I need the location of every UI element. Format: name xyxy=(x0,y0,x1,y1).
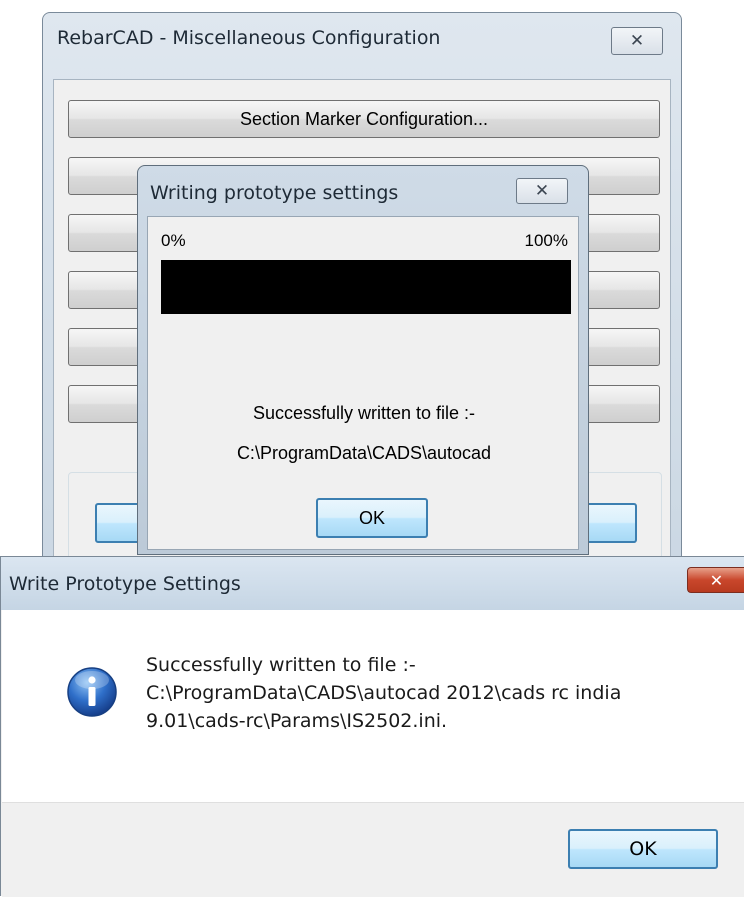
status-message-line2: C:\ProgramData\CADS\autocad xyxy=(236,443,492,463)
status-message-line1: Successfully written to file :- xyxy=(252,403,476,423)
write-prototype-settings-messagebox: Write Prototype Settings ✕ Successfully … xyxy=(0,556,744,897)
close-icon: ✕ xyxy=(709,570,724,590)
close-button[interactable]: ✕ xyxy=(611,27,663,55)
progress-end-label: 100% xyxy=(524,231,568,250)
ok-button[interactable]: OK xyxy=(316,498,428,538)
ok-button[interactable]: OK xyxy=(568,829,718,869)
messagebox-footer: OK xyxy=(2,802,744,897)
messagebox-titlebar: Write Prototype Settings ✕ xyxy=(1,556,744,610)
ok-button-label: OK xyxy=(358,507,385,528)
dialog-title: Writing prototype settings xyxy=(150,182,399,204)
message-line1: Successfully written to file :- xyxy=(146,654,416,676)
progress-start-label: 0% xyxy=(161,231,186,250)
close-icon: ✕ xyxy=(629,31,645,51)
progress-bar xyxy=(161,260,571,314)
button-label: Section Marker Configuration... xyxy=(239,108,489,129)
messagebox-body: Successfully written to file :- C:\Progr… xyxy=(2,610,744,802)
close-button[interactable]: ✕ xyxy=(687,567,744,593)
message-line2: C:\ProgramData\CADS\autocad 2012\cads rc… xyxy=(146,682,622,704)
information-icon xyxy=(67,667,117,717)
message-line3: 9.01\cads-rc\Params\IS2502.ini. xyxy=(146,710,448,732)
window-title: RebarCAD - Miscellaneous Configuration xyxy=(57,27,441,49)
messagebox-title: Write Prototype Settings xyxy=(9,573,241,595)
progress-fill xyxy=(161,260,571,314)
dialog-client-area: 0% 100% Successfully written to file :- … xyxy=(147,216,579,550)
writing-prototype-settings-dialog: Writing prototype settings ✕ 0% 100% Suc… xyxy=(137,165,589,555)
section-marker-configuration-button[interactable]: Section Marker Configuration... xyxy=(68,100,660,138)
close-button[interactable]: ✕ xyxy=(516,178,568,204)
close-icon: ✕ xyxy=(534,181,550,201)
ok-button-label: OK xyxy=(629,838,657,860)
